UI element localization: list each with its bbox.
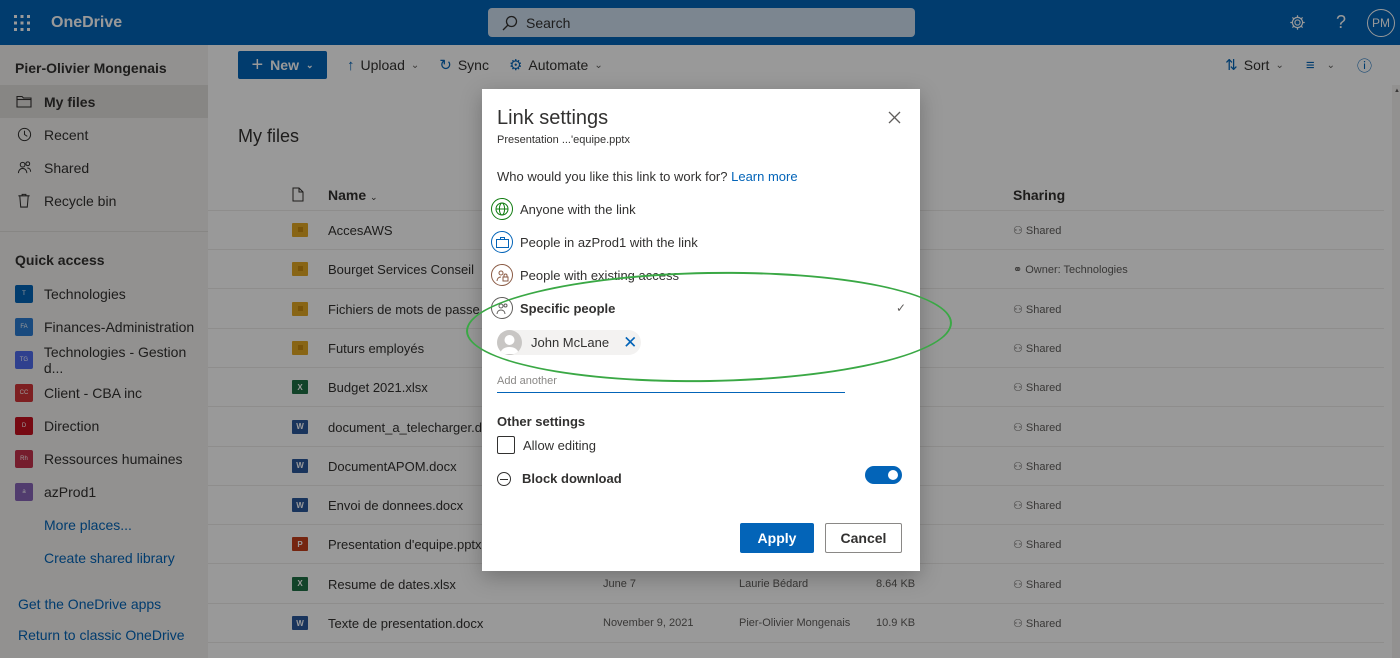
person-avatar-icon [497, 330, 522, 355]
learn-more-link[interactable]: Learn more [731, 169, 797, 184]
option-label: People with existing access [520, 267, 679, 283]
globe-icon [491, 198, 513, 220]
audience-question: Who would you like this link to work for… [497, 169, 798, 184]
checkmark-icon: ✓ [895, 301, 906, 315]
allow-editing-row[interactable]: Allow editing [497, 436, 596, 454]
people-lock-icon [491, 264, 513, 286]
option-specific-people[interactable]: Specific people [491, 294, 615, 322]
block-icon [497, 471, 511, 486]
option-existing-access[interactable]: People with existing access [491, 261, 679, 289]
option-anyone[interactable]: Anyone with the link [491, 195, 636, 223]
option-label: Anyone with the link [520, 201, 636, 217]
allow-editing-label: Allow editing [523, 437, 596, 453]
option-label: Specific people [520, 300, 616, 316]
block-download-toggle[interactable] [865, 466, 902, 484]
block-download-row: Block download [497, 471, 622, 486]
dialog-subtitle: Presentation ...'equipe.pptx [497, 134, 630, 146]
apply-button[interactable]: Apply [740, 523, 814, 553]
dialog-title: Link settings [497, 107, 609, 129]
close-icon [888, 111, 901, 124]
person-chip[interactable]: John McLane ✕ [497, 330, 641, 355]
toggle-knob [888, 470, 898, 480]
option-organization[interactable]: People in azProd1 with the link [491, 228, 698, 256]
link-settings-dialog: Link settings Presentation ...'equipe.pp… [482, 89, 920, 571]
close-button[interactable] [888, 107, 906, 125]
briefcase-icon [491, 231, 513, 253]
allow-editing-checkbox[interactable] [497, 436, 515, 454]
person-name: John McLane [531, 335, 610, 350]
other-settings-title: Other settings [497, 414, 586, 429]
remove-person-icon[interactable]: ✕ [623, 334, 637, 351]
question-text: Who would you like this link to work for… [497, 169, 728, 184]
add-another-input[interactable] [497, 370, 845, 393]
cancel-button[interactable]: Cancel [825, 523, 902, 553]
block-download-label: Block download [522, 471, 622, 486]
option-label: People in azProd1 with the link [520, 234, 698, 250]
people-icon [491, 297, 513, 319]
